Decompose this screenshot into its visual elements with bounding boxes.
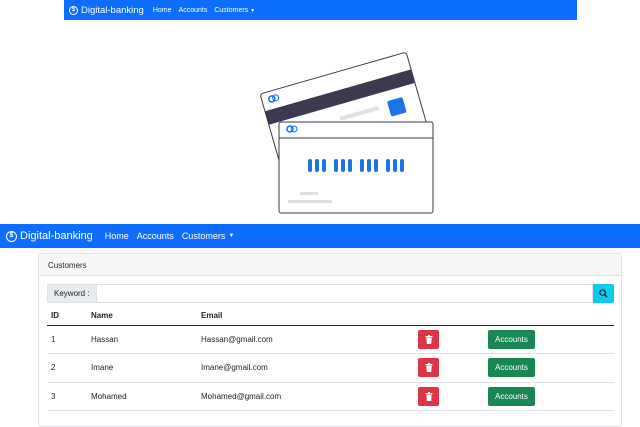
keyword-label: Keyword : xyxy=(47,284,96,303)
main-navbar: $ Digital-banking Home Accounts Customer… xyxy=(0,224,640,248)
top-navbar: $ Digital-banking Home Accounts Customer… xyxy=(64,0,577,20)
accounts-button[interactable]: Accounts xyxy=(488,386,535,406)
delete-button[interactable] xyxy=(418,329,439,349)
accounts-cell: Accounts xyxy=(484,353,614,383)
column-header-id: ID xyxy=(47,307,87,326)
customers-table: ID Name Email 1 Hassan Hassan@gmail.com xyxy=(47,307,614,411)
trash-icon xyxy=(425,391,432,401)
nav-home[interactable]: Home xyxy=(105,231,129,241)
customers-card: Customers Keyword : ID Name Email 1 Hass… xyxy=(38,253,622,427)
credit-cards-illustration xyxy=(260,52,434,214)
nav-customers-dropdown[interactable]: Customers ▼ xyxy=(182,231,234,241)
top-brand[interactable]: $ Digital-banking xyxy=(69,5,144,16)
accounts-button[interactable]: Accounts xyxy=(488,358,535,378)
caret-down-icon: ▼ xyxy=(228,233,235,239)
top-nav-customers[interactable]: Customers ▼ xyxy=(214,7,255,14)
accounts-cell: Accounts xyxy=(484,325,614,354)
caret-down-icon: ▼ xyxy=(250,7,256,14)
column-header-accounts xyxy=(484,307,614,326)
top-nav-customers-label: Customers xyxy=(214,6,249,14)
delete-cell xyxy=(414,325,484,354)
customer-id: 3 xyxy=(47,382,87,411)
customer-id: 2 xyxy=(47,353,87,383)
brand[interactable]: $ Digital-banking xyxy=(6,230,93,242)
top-brand-label: Digital-banking xyxy=(81,4,144,16)
search-button[interactable] xyxy=(593,284,614,303)
nav-accounts[interactable]: Accounts xyxy=(137,231,174,241)
table-row: 3 Mohamed Mohamed@gmail.com Accounts xyxy=(47,382,614,411)
delete-button[interactable] xyxy=(418,386,439,406)
column-header-email: Email xyxy=(197,307,414,326)
delete-button[interactable] xyxy=(418,358,439,378)
customer-name: Hassan xyxy=(87,325,197,354)
top-nav-home[interactable]: Home xyxy=(153,7,172,14)
customer-email: Hassan@gmail.com xyxy=(197,325,414,354)
nav-customers-label: Customers xyxy=(181,231,226,241)
delete-cell xyxy=(414,382,484,411)
trash-icon xyxy=(425,334,432,344)
card-header: Customers xyxy=(39,254,621,276)
column-header-name: Name xyxy=(87,307,197,326)
dollar-icon: $ xyxy=(6,230,17,242)
customer-name: Imane xyxy=(87,353,197,383)
keyword-input[interactable] xyxy=(95,284,593,303)
customer-id: 1 xyxy=(47,325,87,354)
table-header-row: ID Name Email xyxy=(47,307,614,326)
customer-email: Mohamed@gmail.com xyxy=(197,382,414,411)
dollar-icon: $ xyxy=(69,5,78,15)
top-panel: $ Digital-banking Home Accounts Customer… xyxy=(64,0,577,222)
customer-name: Mohamed xyxy=(87,382,197,411)
brand-label: Digital-banking xyxy=(20,230,93,242)
search-icon xyxy=(599,289,608,298)
customer-email: Imane@gmail.com xyxy=(197,353,414,383)
accounts-cell: Accounts xyxy=(484,382,614,411)
accounts-button[interactable]: Accounts xyxy=(488,329,535,349)
column-header-delete xyxy=(414,307,484,326)
table-row: 2 Imane Imane@gmail.com Accounts xyxy=(47,353,614,383)
top-nav-accounts[interactable]: Accounts xyxy=(179,7,208,14)
hero-illustration-area xyxy=(64,20,577,222)
delete-cell xyxy=(414,353,484,383)
table-row: 1 Hassan Hassan@gmail.com Accounts xyxy=(47,325,614,354)
trash-icon xyxy=(425,363,432,373)
search-form: Keyword : xyxy=(47,284,614,303)
